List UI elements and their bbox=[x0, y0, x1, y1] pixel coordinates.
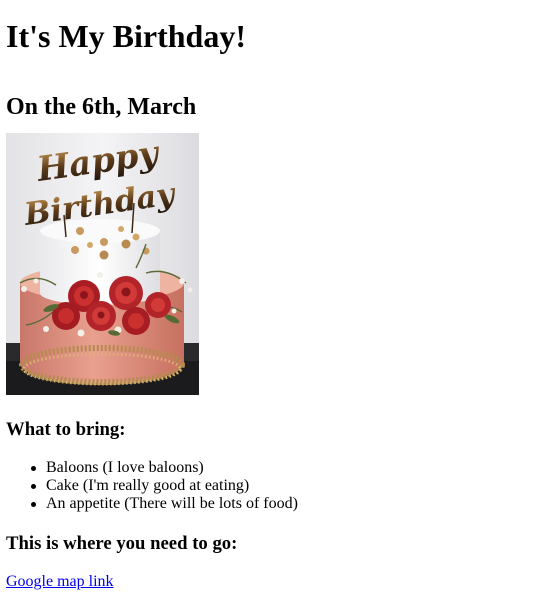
birthday-cake-image: Happy Birthday bbox=[6, 133, 199, 395]
list-item: Baloons (I love baloons) bbox=[31, 459, 532, 477]
list-item: Cake (I'm really good at eating) bbox=[31, 477, 532, 495]
location-heading: This is where you need to go: bbox=[6, 533, 238, 554]
page-title: It's My Birthday! bbox=[6, 18, 246, 54]
list-item: An appetite (There will be lots of food) bbox=[31, 495, 532, 513]
bring-list: Baloons (I love baloons) Cake (I'm reall… bbox=[6, 459, 532, 513]
google-map-link[interactable]: Google map link bbox=[6, 573, 114, 591]
bring-heading: What to bring: bbox=[6, 419, 126, 440]
party-date: On the 6th, March bbox=[6, 94, 197, 120]
page: It's My Birthday! On the 6th, March Happ… bbox=[6, 0, 532, 591]
